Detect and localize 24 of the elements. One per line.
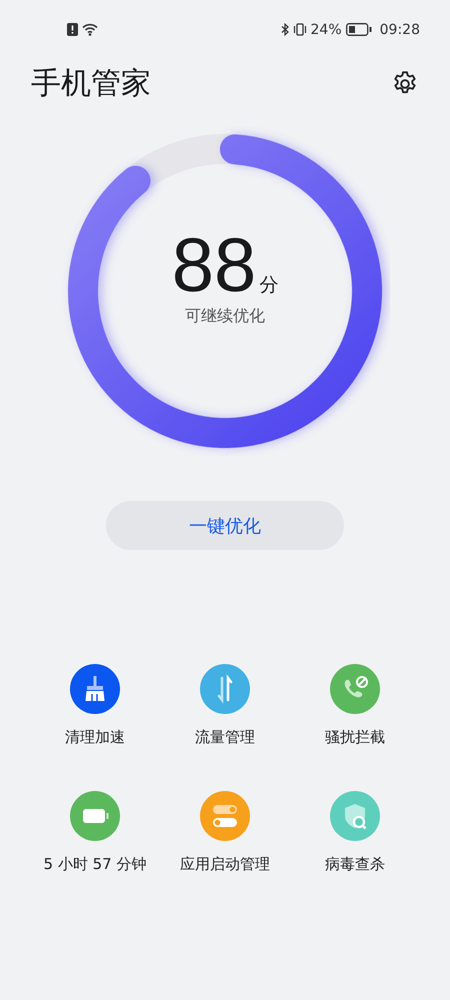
toggle-icon[interactable] xyxy=(200,791,250,841)
vibrate-icon xyxy=(292,23,307,36)
score-caption: 可继续优化 xyxy=(185,306,265,326)
clock-time: 09:28 xyxy=(380,22,420,38)
score-value: 88 xyxy=(172,228,256,304)
battery-icon[interactable] xyxy=(70,791,120,841)
tool-label[interactable]: 5 小时 57 分钟 xyxy=(44,855,146,874)
shield-search-icon[interactable] xyxy=(330,791,380,841)
arrows-icon[interactable] xyxy=(200,664,250,714)
battery-percent: 24% xyxy=(310,22,342,38)
phone-block-icon[interactable] xyxy=(330,664,380,714)
tool-label[interactable]: 清理加速 xyxy=(65,728,125,747)
bluetooth-icon xyxy=(280,23,289,36)
optimize-button[interactable]: 一键优化 xyxy=(106,501,344,550)
wifi-icon xyxy=(82,23,98,36)
tool-label[interactable]: 应用启动管理 xyxy=(180,855,270,874)
alert-icon xyxy=(67,23,78,36)
broom-icon[interactable] xyxy=(70,664,120,714)
score-unit: 分 xyxy=(259,272,278,298)
page-title: 手机管家 xyxy=(31,65,151,103)
tool-label[interactable]: 病毒查杀 xyxy=(325,855,385,874)
tool-label[interactable]: 骚扰拦截 xyxy=(325,728,385,747)
battery-icon xyxy=(346,23,372,36)
tool-label[interactable]: 流量管理 xyxy=(195,728,255,747)
